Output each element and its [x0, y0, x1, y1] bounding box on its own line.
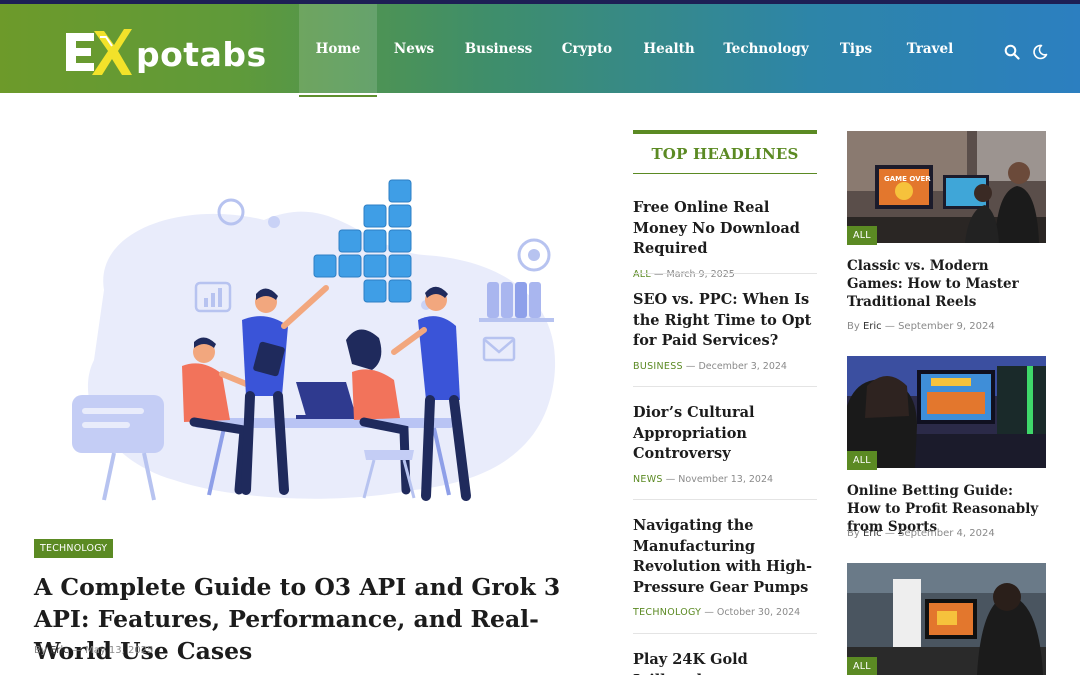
- card-by: By: [847, 528, 860, 539]
- card-thumbnail[interactable]: [847, 563, 1046, 675]
- headline-divider: [633, 273, 817, 274]
- nav-item-business[interactable]: Business: [451, 4, 546, 93]
- logo-ex-mark: [66, 29, 132, 75]
- main-nav: Home News Business Crypto Health Technol…: [299, 4, 970, 93]
- card-tag[interactable]: ALL: [847, 226, 877, 245]
- headline-meta: TECHNOLOGY — October 30, 2024: [633, 607, 817, 618]
- headline-title[interactable]: Free Online Real Money No Download Requi…: [633, 198, 817, 260]
- card-by: By: [847, 321, 860, 332]
- card-author[interactable]: Eric: [863, 321, 882, 332]
- headline-item: Free Online Real Money No Download Requi…: [633, 198, 817, 280]
- headline-category[interactable]: NEWS: [633, 474, 663, 485]
- site-logo[interactable]: potabs: [64, 24, 267, 80]
- card-title[interactable]: Classic vs. Modern Games: How to Master …: [847, 257, 1047, 311]
- site-header: potabs Home News Business Crypto Health …: [0, 4, 1080, 93]
- meta-sep: —: [654, 268, 664, 280]
- headline-item: Dior’s Cultural Appropriation Controvers…: [633, 403, 817, 485]
- card-thumbnail[interactable]: [847, 356, 1046, 468]
- featured-by: By: [34, 645, 47, 656]
- headline-date: March 9, 2025: [666, 268, 735, 280]
- card-tag[interactable]: ALL: [847, 657, 877, 675]
- headline-category[interactable]: BUSINESS: [633, 361, 683, 372]
- headline-divider: [633, 633, 817, 634]
- meta-sep: —: [665, 473, 676, 485]
- game-screen-text: GAME OVER: [884, 175, 931, 183]
- headline-meta: BUSINESS — December 3, 2024: [633, 361, 817, 372]
- card-thumbnail[interactable]: GAME OVER: [847, 131, 1046, 243]
- headline-meta: ALL — March 9, 2025: [633, 269, 817, 280]
- headline-divider: [633, 386, 817, 387]
- featured-illustration[interactable]: [34, 160, 594, 525]
- headline-item: Play 24K Gold Jailbreak:: [633, 650, 817, 675]
- meta-sep: —: [704, 607, 714, 618]
- card-tag[interactable]: ALL: [847, 451, 877, 470]
- meta-sep: —: [71, 645, 82, 656]
- featured-author[interactable]: Eric: [50, 645, 69, 656]
- featured-meta: By Eric — May 13, 2025: [34, 645, 153, 656]
- headlines-heading: TOP HEADLINES: [633, 134, 817, 174]
- featured-category-tag[interactable]: TECHNOLOGY: [34, 539, 114, 558]
- card-date: September 4, 2024: [898, 528, 995, 539]
- headline-title[interactable]: Play 24K Gold Jailbreak:: [633, 650, 817, 675]
- headline-category[interactable]: TECHNOLOGY: [633, 607, 701, 618]
- meta-sep: —: [884, 321, 895, 332]
- nav-item-news[interactable]: News: [377, 4, 451, 93]
- headline-item: Navigating the Manufacturing Revolution …: [633, 516, 817, 618]
- search-icon[interactable]: [1004, 44, 1020, 60]
- headline-date: December 3, 2024: [698, 360, 787, 372]
- logo-wordmark: potabs: [136, 34, 267, 74]
- card-meta: By Eric — September 4, 2024: [847, 528, 995, 539]
- meta-sep: —: [685, 360, 696, 372]
- headline-item: SEO vs. PPC: When Is the Right Time to O…: [633, 290, 817, 372]
- headline-title[interactable]: Dior’s Cultural Appropriation Controvers…: [633, 403, 817, 465]
- nav-item-travel[interactable]: Travel: [890, 4, 970, 93]
- headline-title[interactable]: SEO vs. PPC: When Is the Right Time to O…: [633, 290, 817, 352]
- card-meta: By Eric — September 9, 2024: [847, 321, 995, 332]
- nav-item-health[interactable]: Health: [628, 4, 710, 93]
- headline-date: November 13, 2024: [678, 473, 774, 485]
- meta-sep: —: [884, 528, 895, 539]
- card-author[interactable]: Eric: [863, 528, 882, 539]
- dark-mode-icon[interactable]: [1032, 44, 1048, 60]
- headline-category[interactable]: ALL: [633, 269, 651, 280]
- nav-item-technology[interactable]: Technology: [710, 4, 822, 93]
- headline-date: October 30, 2024: [716, 607, 801, 618]
- nav-active-indicator: [299, 95, 377, 97]
- featured-date: May 13, 2025: [85, 645, 154, 656]
- headline-divider: [633, 499, 817, 500]
- headline-meta: NEWS — November 13, 2024: [633, 474, 817, 485]
- top-headlines-widget: TOP HEADLINES: [633, 130, 817, 174]
- nav-item-home[interactable]: Home: [299, 4, 377, 93]
- nav-item-crypto[interactable]: Crypto: [546, 4, 628, 93]
- headline-title[interactable]: Navigating the Manufacturing Revolution …: [633, 516, 817, 598]
- nav-item-tips[interactable]: Tips: [822, 4, 890, 93]
- card-date: September 9, 2024: [898, 321, 995, 332]
